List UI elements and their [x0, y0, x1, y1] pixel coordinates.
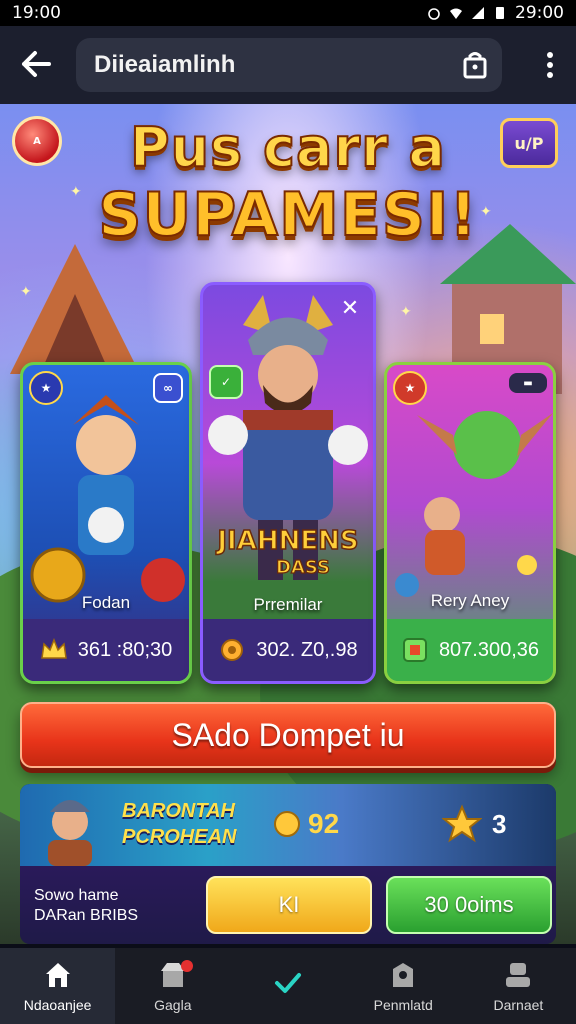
character-card-center[interactable]: JIAHNENS DASS ✓ ✕ Prremilar 302. Z0,.98	[200, 282, 376, 684]
promo-description-line1: Sowo hame	[34, 887, 119, 904]
promo-button-secondary[interactable]: 30 0oims	[386, 876, 552, 934]
main-cta-button[interactable]: SAdo Dompet iu	[20, 702, 556, 768]
shopping-bag-icon[interactable]	[460, 50, 490, 80]
card-info-icon[interactable]: ∞	[153, 373, 183, 403]
nav-label: Darnaet	[493, 997, 544, 1013]
app-bar: Diieaiamlinh	[0, 26, 576, 104]
signal-icon	[472, 7, 484, 19]
status-icons: 29:00	[427, 3, 564, 23]
address-bar[interactable]: Diieaiamlinh	[76, 38, 502, 92]
card-check-icon: ✓	[209, 365, 243, 399]
nav-label: Ndaoanjee	[23, 997, 92, 1013]
card-rank-icon: ★	[393, 371, 427, 405]
promo-button-primary[interactable]: KI	[206, 876, 372, 934]
card-tag-icon: ▬	[509, 373, 547, 393]
wifi-icon	[450, 8, 462, 19]
battery-icon	[496, 7, 504, 19]
promo-stat-coins: 92	[272, 808, 339, 840]
overflow-menu-button[interactable]	[538, 48, 562, 82]
promo-stat-stars-value: 3	[492, 808, 507, 839]
nav-item-chest[interactable]: Penmlatd	[346, 948, 461, 1024]
card-name: Prremilar	[253, 595, 323, 614]
hero-avatar-icon	[48, 800, 92, 866]
card-price-value: 302. Z0,.98	[256, 638, 358, 661]
promo-panel: BARONTAH PCROHEAN 92 3 Sowo hame DARan B…	[20, 784, 556, 944]
sparkle: ✦	[400, 304, 412, 320]
star-icon	[442, 804, 482, 843]
promo-description: Sowo hame DARan BRIBS	[34, 886, 138, 926]
profile-icon	[506, 963, 531, 987]
notification-dot	[181, 960, 194, 972]
close-icon[interactable]: ✕	[333, 291, 367, 325]
nav-item-home[interactable]: Ndaoanjee	[0, 948, 116, 1024]
hero-scene: ✦ ✦ ✦ ✦ A u/P Pus carr a SUPAMESI! ★ ∞ F…	[0, 104, 576, 944]
bottom-nav: Ndaoanjee Gagla Penmlatd Darnaet	[0, 948, 576, 1024]
card-art-title-line2: DASS	[276, 557, 330, 578]
card-name: Rery Aney	[430, 591, 510, 610]
nav-item-profile[interactable]: Darnaet	[461, 948, 576, 1024]
card-price: 302. Z0,.98	[203, 619, 373, 681]
status-bar: 19:00 29:00	[0, 0, 576, 26]
hero-title: Pus carr a SUPAMESI!	[0, 112, 576, 252]
arrow-left-icon	[22, 51, 51, 77]
promo-title-line2: PCROHEAN	[122, 826, 237, 848]
chest-icon	[393, 963, 414, 987]
promo-banner[interactable]: BARONTAH PCROHEAN 92 3	[20, 784, 556, 866]
promo-stat-coins-value: 92	[308, 808, 340, 839]
nav-item-check[interactable]	[230, 948, 345, 1024]
gem-icon	[402, 638, 427, 662]
home-icon	[45, 963, 70, 987]
promo-title-line1: BARONTAH	[122, 800, 235, 822]
promo-title: BARONTAH PCROHEAN	[122, 798, 236, 850]
card-art-title-line1: JIAHNENS	[215, 526, 358, 556]
address-text: Diieaiamlinh	[94, 51, 236, 78]
nav-label: Penmlatd	[373, 997, 433, 1013]
card-price: 807.300,36	[387, 619, 553, 681]
sparkle: ✦	[20, 284, 32, 300]
promo-actions: Sowo hame DARan BRIBS KI 30 0oims	[20, 866, 556, 944]
status-time: 19:00	[12, 3, 61, 23]
alarm-icon	[428, 8, 440, 20]
back-button[interactable]	[14, 44, 58, 84]
nav-label: Gagla	[154, 997, 192, 1013]
warrior-illustration: JIAHNENS DASS	[208, 295, 368, 580]
character-card-right[interactable]: ★ ▬ Rery Aney 807.300,36	[384, 362, 556, 684]
promo-stat-stars: 3	[442, 804, 506, 844]
crown-icon	[40, 638, 67, 659]
gear-icon	[221, 639, 244, 661]
card-name: Fodan	[81, 593, 131, 612]
coin-icon	[274, 811, 300, 837]
character-card-left[interactable]: ★ ∞ Fodan 361 :80;30	[20, 362, 192, 684]
check-icon	[275, 973, 301, 993]
card-price-value: 807.300,36	[438, 638, 540, 661]
hero-title-line2: SUPAMESI!	[97, 179, 478, 251]
status-right-time: 29:00	[515, 3, 564, 23]
nav-item-shop[interactable]: Gagla	[115, 948, 230, 1024]
hero-title-line1: Pus carr a	[129, 115, 446, 180]
card-price-value: 361 :80;30	[77, 638, 173, 661]
promo-description-line2: DARan BRIBS	[34, 907, 139, 924]
card-rank-icon: ★	[29, 371, 63, 405]
card-price: 361 :80;30	[23, 619, 189, 681]
